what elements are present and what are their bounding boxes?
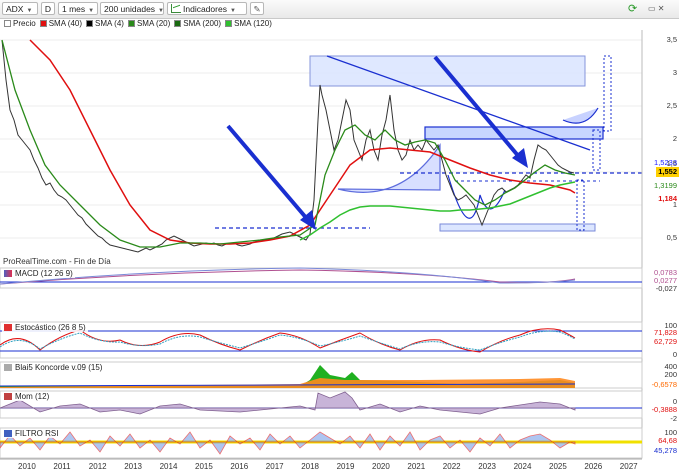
indicator-icon	[4, 364, 12, 371]
indicator-icon	[4, 430, 12, 437]
year-label: 2019	[336, 462, 355, 471]
year-label: 2020	[372, 462, 390, 471]
indicator-icon	[4, 270, 12, 277]
price-axis-label: 0,5	[666, 233, 677, 242]
momentum-panel	[0, 390, 643, 419]
macd-panel	[0, 267, 643, 289]
year-label: 2025	[549, 462, 567, 471]
year-label: 2026	[584, 462, 603, 471]
year-label: 2014	[159, 462, 178, 471]
year-label: 2010	[18, 462, 36, 471]
price-axis-label: 2	[672, 134, 677, 143]
koncorde-axis-label: -0,6578	[651, 380, 677, 389]
year-label: 2024	[513, 462, 532, 471]
year-label: 2022	[442, 462, 461, 471]
rsi-axis-label: 45,278	[654, 446, 677, 455]
indicator-icon	[4, 393, 12, 400]
chart-canvas	[0, 30, 643, 460]
year-label: 2015	[195, 462, 213, 471]
price-axis-label: 2,5	[666, 101, 677, 110]
stochastic-panel	[0, 321, 643, 359]
macd-title[interactable]: MACD (12 26 9)	[2, 269, 75, 278]
stoch-axis-label: 0	[672, 350, 677, 359]
mom-axis-label: -0,3888	[651, 405, 677, 414]
mid-zone-rect	[424, 126, 604, 140]
rsi-title[interactable]: FILTRO RSI	[2, 429, 61, 438]
year-label: 2011	[53, 462, 71, 471]
stoch-axis-label: 62,729	[654, 337, 677, 346]
indicator-icon	[4, 324, 12, 331]
koncorde-title[interactable]: Blai5 Koncorde v.09 (15)	[2, 363, 105, 372]
data-source-credit: ProRealTime.com - Fin de Día	[3, 257, 111, 266]
year-label: 2017	[265, 462, 284, 471]
year-label: 2023	[478, 462, 496, 471]
price-tag-last: 1,552	[656, 167, 679, 177]
stochastic-title[interactable]: Estocástico (26 8 5)	[2, 323, 88, 332]
year-label: 2013	[124, 462, 142, 471]
macd-axis-label: -0,027	[655, 284, 677, 293]
support-zone-rect	[439, 223, 596, 232]
price-tag-sma120: 1,3199	[654, 181, 677, 190]
mom-axis-label: -2	[670, 414, 677, 423]
rsi-axis-label: 64,68	[658, 436, 677, 445]
stoch-axis-label: 71,828	[654, 328, 677, 337]
rsi-panel	[0, 427, 643, 459]
year-label: 2016	[230, 462, 249, 471]
year-label: 2018	[301, 462, 319, 471]
momentum-title[interactable]: Mom (12)	[2, 392, 52, 401]
price-tag-sma40: 1,184	[658, 194, 677, 203]
price-axis-label: 3,5	[666, 35, 677, 44]
year-label: 2021	[407, 462, 426, 471]
year-label: 2012	[88, 462, 107, 471]
price-axis-label: 3	[672, 68, 677, 77]
year-label: 2027	[619, 462, 638, 471]
